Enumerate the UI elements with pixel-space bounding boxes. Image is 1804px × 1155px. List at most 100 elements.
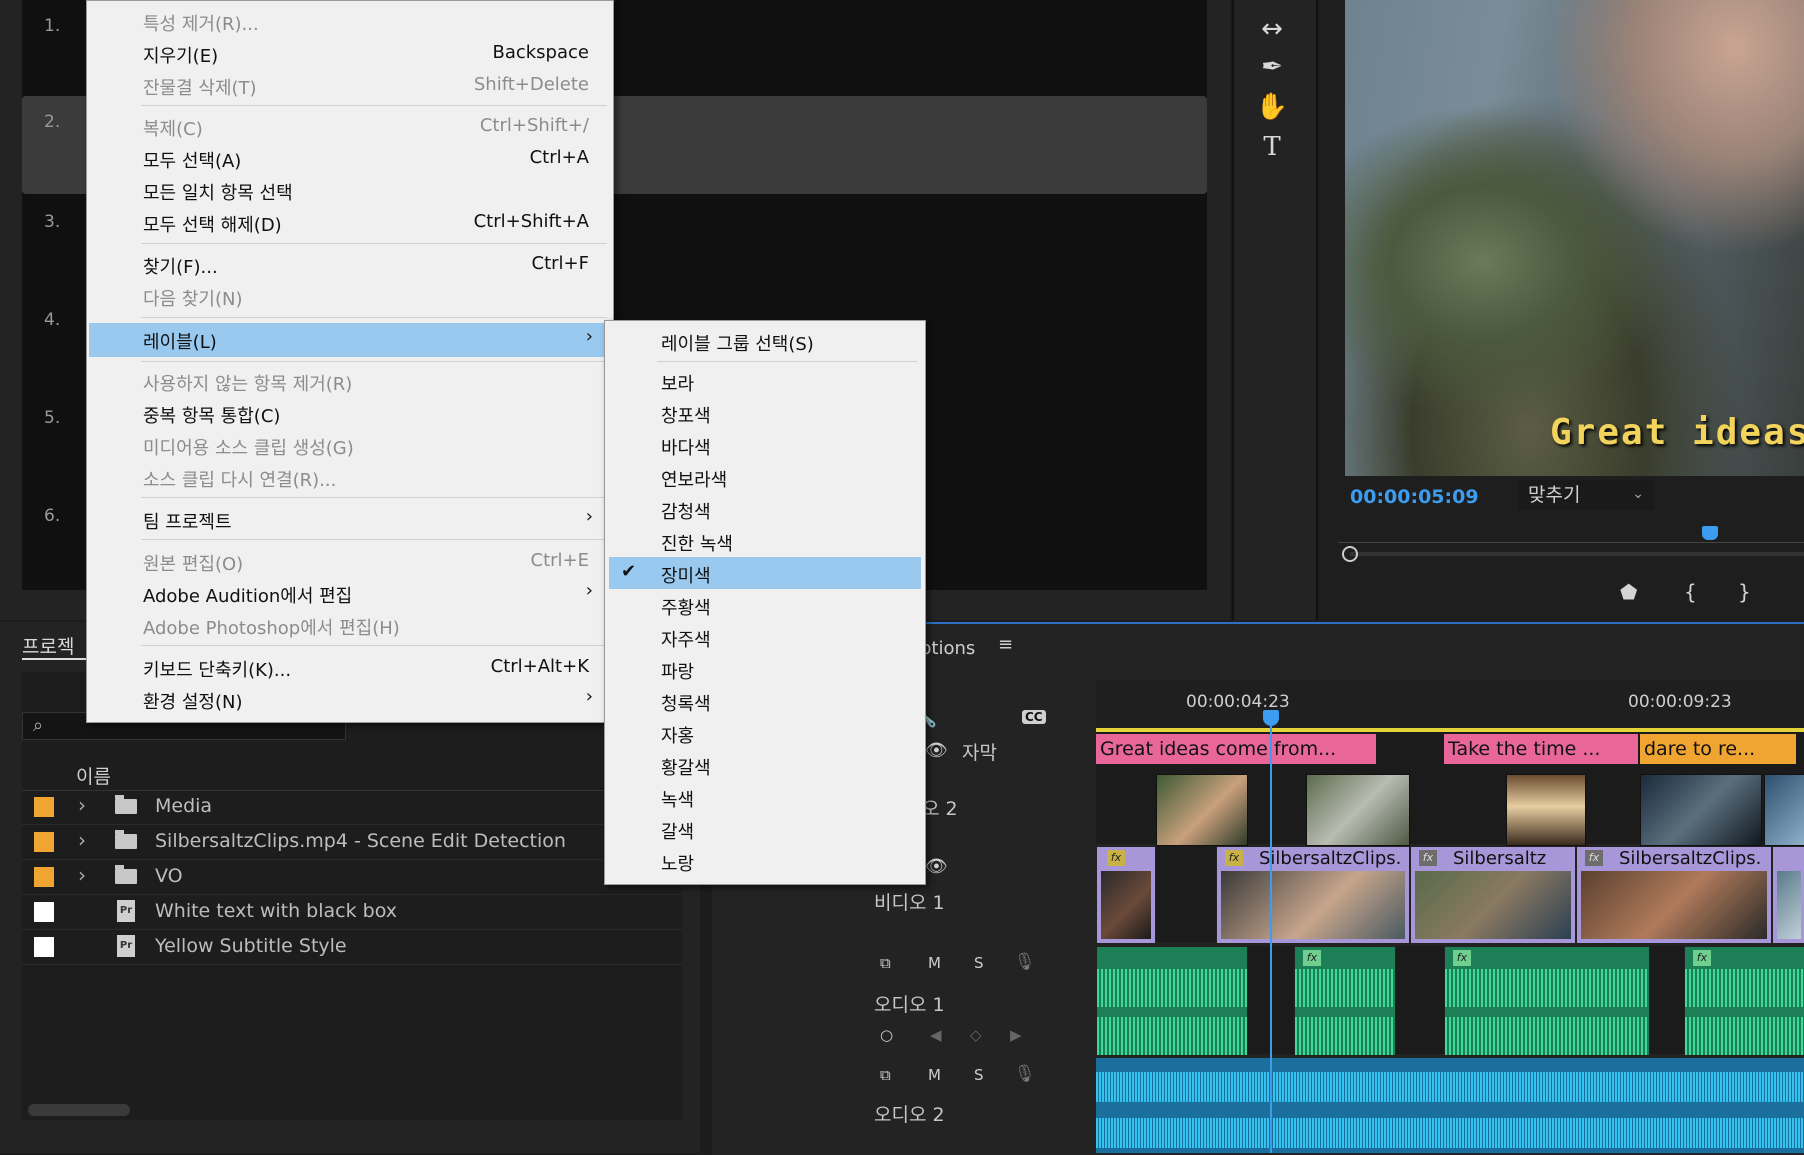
label-forest[interactable]: 진한 녹색: [609, 525, 921, 557]
video-clip[interactable]: fx Silbersaltz: [1410, 846, 1576, 944]
v2-clip[interactable]: [1764, 774, 1804, 846]
playhead-timecode[interactable]: 00:00:05:09: [1350, 486, 1479, 508]
horizontal-scrollbar[interactable]: [28, 1104, 130, 1116]
mark-in-icon[interactable]: {: [1684, 580, 1697, 604]
label-mango[interactable]: 주황색: [609, 589, 921, 621]
menu-item-create-source-clip[interactable]: 미디어용 소스 클립 생성(G): [89, 429, 609, 461]
project-item-vo[interactable]: › VO: [22, 860, 682, 895]
add-keyframe-icon[interactable]: ◇: [970, 1026, 982, 1044]
label-tan[interactable]: 황갈색: [609, 749, 921, 781]
audio-clip[interactable]: fx: [1444, 946, 1650, 1056]
captions-cc-icon[interactable]: CC: [1022, 710, 1046, 724]
caption-clip[interactable]: Great ideas come from...: [1096, 734, 1376, 764]
sync-lock-icon[interactable]: ⧉: [880, 1066, 891, 1084]
menu-item-clear[interactable]: 지우기(E) Backspace: [89, 37, 609, 69]
prev-keyframe-icon[interactable]: ◀: [930, 1026, 942, 1044]
menu-item-relink-source-clip[interactable]: 소스 클립 다시 연결(R)...: [89, 461, 609, 493]
label-color-swatch[interactable]: [34, 797, 54, 817]
timeline-playhead[interactable]: [1263, 710, 1279, 726]
label-color-swatch[interactable]: [34, 832, 54, 852]
add-marker-icon[interactable]: ⬟: [1620, 580, 1637, 604]
submenu-select-label-group[interactable]: 레이블 그룹 선택(S): [609, 325, 921, 357]
zoom-fit-select[interactable]: 맞추기 ⌄: [1518, 480, 1654, 510]
audio-clip[interactable]: [1096, 946, 1248, 1056]
pen-tool-icon[interactable]: ✒: [1252, 52, 1292, 86]
label-purple[interactable]: 자주색: [609, 621, 921, 653]
video-clip[interactable]: [1772, 846, 1804, 944]
slip-tool-icon[interactable]: ↔: [1252, 14, 1292, 48]
eye-icon[interactable]: 👁: [925, 856, 948, 877]
audio-clip[interactable]: fx: [1684, 946, 1804, 1056]
label-teal[interactable]: 청록색: [609, 685, 921, 717]
caption-clip[interactable]: Take the time ...: [1444, 734, 1638, 764]
menu-item-preferences[interactable]: 환경 설정(N) ›: [89, 683, 609, 715]
label-color-swatch[interactable]: [34, 937, 54, 957]
hand-tool-icon[interactable]: ✋: [1252, 92, 1292, 126]
microphone-icon[interactable]: 🎙: [1014, 952, 1036, 972]
panel-menu-icon[interactable]: ≡: [998, 634, 1013, 655]
menu-item-select-all-matching[interactable]: 모든 일치 항목 선택: [89, 174, 609, 206]
menu-item-duplicate[interactable]: 복제(C) Ctrl+Shift+/: [89, 110, 609, 142]
label-cerulean[interactable]: 감청색: [609, 493, 921, 525]
solo-button[interactable]: S: [974, 954, 984, 972]
menu-item-find[interactable]: 찾기(F)... Ctrl+F: [89, 248, 609, 280]
label-violet[interactable]: 보라: [609, 365, 921, 397]
menu-item-remove-attributes[interactable]: 특성 제거(R)...: [89, 5, 609, 37]
menu-item-team-projects[interactable]: 팀 프로젝트 ›: [89, 503, 609, 535]
expand-chevron-icon[interactable]: ›: [78, 793, 86, 817]
menu-item-find-next[interactable]: 다음 찾기(N): [89, 280, 609, 312]
monitor-playhead[interactable]: [1702, 526, 1718, 540]
expand-chevron-icon[interactable]: ›: [78, 863, 86, 887]
video-clip[interactable]: fx: [1096, 846, 1156, 944]
video-clip[interactable]: fx SilbersaltzClips.: [1576, 846, 1772, 944]
caption-clip[interactable]: dare to re...: [1640, 734, 1796, 764]
eye-icon[interactable]: 👁: [925, 740, 948, 761]
audio-clip[interactable]: fx: [1294, 946, 1396, 1056]
menu-item-ripple-delete[interactable]: 잔물결 삭제(T) Shift+Delete: [89, 69, 609, 101]
expand-chevron-icon[interactable]: ›: [78, 828, 86, 852]
menu-item-deselect-all[interactable]: 모두 선택 해제(D) Ctrl+Shift+A: [89, 206, 609, 238]
label-yellow[interactable]: 노랑: [609, 845, 921, 877]
next-keyframe-icon[interactable]: ▶: [1010, 1026, 1022, 1044]
monitor-zoom-bar[interactable]: [1350, 552, 1804, 556]
video-clip[interactable]: fx SilbersaltzClips.: [1216, 846, 1410, 944]
label-green[interactable]: 녹색: [609, 781, 921, 813]
v2-clip[interactable]: [1156, 774, 1248, 846]
label-blue[interactable]: 파랑: [609, 653, 921, 685]
sync-lock-icon[interactable]: ⧉: [880, 954, 891, 972]
label-rose[interactable]: ✔ 장미색: [609, 557, 921, 589]
menu-item-edit-in-photoshop[interactable]: Adobe Photoshop에서 편집(H): [89, 609, 609, 641]
menu-item-edit-in-audition[interactable]: Adobe Audition에서 편집 ›: [89, 577, 609, 609]
label-magenta[interactable]: 자홍: [609, 717, 921, 749]
menu-item-consolidate-duplicates[interactable]: 중복 항목 통합(C): [89, 397, 609, 429]
label-caribbean[interactable]: 바다색: [609, 429, 921, 461]
label-iris[interactable]: 창포색: [609, 397, 921, 429]
project-item-scene-edit[interactable]: › SilbersaltzClips.mp4 - Scene Edit Dete…: [22, 825, 682, 860]
project-item-white-text[interactable]: Pr White text with black box: [22, 895, 682, 930]
mute-button[interactable]: M: [928, 1066, 941, 1084]
project-column-header[interactable]: 이름: [22, 760, 682, 791]
menu-item-edit-original[interactable]: 원본 편집(O) Ctrl+E: [89, 545, 609, 577]
label-brown[interactable]: 갈색: [609, 813, 921, 845]
type-tool-icon[interactable]: T: [1252, 132, 1292, 166]
menu-item-keyboard-shortcuts[interactable]: 키보드 단축키(K)... Ctrl+Alt+K: [89, 651, 609, 683]
label-lavender[interactable]: 연보라색: [609, 461, 921, 493]
project-tab[interactable]: 프로젝: [22, 632, 74, 659]
microphone-icon[interactable]: 🎙: [1014, 1064, 1036, 1084]
mark-out-icon[interactable]: }: [1738, 580, 1751, 604]
keyframe-toggle-icon[interactable]: ○: [880, 1026, 893, 1044]
label-color-swatch[interactable]: [34, 867, 54, 887]
v2-clip[interactable]: [1306, 774, 1410, 846]
solo-button[interactable]: S: [974, 1066, 984, 1084]
project-item-yellow-subtitle[interactable]: Pr Yellow Subtitle Style: [22, 930, 682, 965]
mute-button[interactable]: M: [928, 954, 941, 972]
zoom-bar-handle[interactable]: [1342, 546, 1358, 562]
menu-item-label-submenu[interactable]: 레이블(L) ›: [89, 323, 609, 357]
audio-clip[interactable]: [1096, 1058, 1804, 1153]
menu-item-remove-unused[interactable]: 사용하지 않는 항목 제거(R): [89, 365, 609, 397]
label-color-swatch[interactable]: [34, 902, 54, 922]
v2-clip[interactable]: [1640, 774, 1762, 846]
menu-item-select-all[interactable]: 모두 선택(A) Ctrl+A: [89, 142, 609, 174]
timeline-tab[interactable]: ptions: [920, 638, 975, 659]
v2-clip[interactable]: [1506, 774, 1586, 846]
